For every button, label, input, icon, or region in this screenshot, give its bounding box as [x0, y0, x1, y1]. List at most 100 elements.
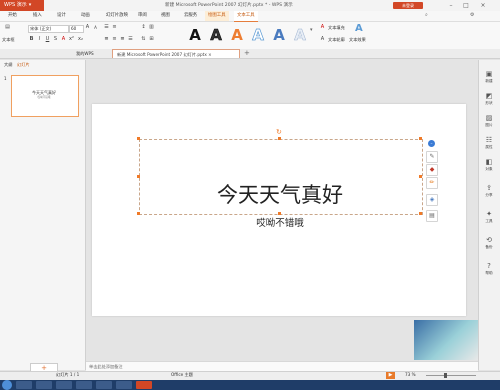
- resize-handle[interactable]: [137, 175, 140, 178]
- tab-animation[interactable]: 动画: [81, 11, 90, 21]
- slide-number: 1: [4, 76, 7, 81]
- text-style-dark-icon[interactable]: A: [207, 25, 225, 45]
- play-slideshow-icon[interactable]: ▶: [386, 372, 395, 379]
- taskbar-app-icon[interactable]: [116, 381, 132, 389]
- resize-handle[interactable]: [419, 137, 422, 140]
- subscript-icon[interactable]: x₂: [77, 36, 84, 43]
- slide-title[interactable]: 今天天气真好: [139, 179, 421, 209]
- tab-cloud[interactable]: 云服务: [184, 11, 197, 21]
- text-style-light-icon[interactable]: A: [291, 25, 309, 45]
- align-right-icon[interactable]: ≣: [119, 36, 126, 43]
- line-spacing-icon[interactable]: ↕: [140, 24, 147, 31]
- taskbar-app-icon[interactable]: [16, 381, 32, 389]
- maximize-icon[interactable]: □: [459, 0, 473, 11]
- sidebar-item-tools[interactable]: ✦ 工具: [478, 210, 500, 224]
- resize-handle[interactable]: [278, 137, 281, 140]
- textbox-icon[interactable]: ▤: [4, 24, 11, 31]
- bold-icon[interactable]: B: [28, 36, 35, 43]
- rotate-handle-icon[interactable]: ↻: [276, 128, 282, 136]
- font-size-select[interactable]: 60: [69, 25, 84, 33]
- superscript-icon[interactable]: x²: [68, 36, 75, 43]
- settings-icon[interactable]: ⚙: [470, 12, 474, 18]
- style-gallery-more-icon[interactable]: ▾: [310, 27, 313, 33]
- text-style-black-icon[interactable]: A: [186, 25, 204, 45]
- text-style-blue-icon[interactable]: A: [270, 25, 288, 45]
- sidebar-item-share[interactable]: ⇪ 分享: [478, 184, 500, 198]
- start-icon[interactable]: [2, 380, 12, 390]
- strike-icon[interactable]: S: [52, 36, 59, 43]
- resize-handle[interactable]: [137, 137, 140, 140]
- font-color-icon[interactable]: A: [60, 36, 67, 43]
- resize-handle[interactable]: [419, 175, 422, 178]
- outline-color-icon[interactable]: ✏: [426, 177, 438, 189]
- edit-shape-icon[interactable]: ✎: [426, 151, 438, 163]
- taskbar-app-icon[interactable]: [76, 381, 92, 389]
- justify-icon[interactable]: ☰: [127, 36, 134, 43]
- zoom-slider[interactable]: [426, 375, 476, 376]
- taskbar-app-icon[interactable]: [56, 381, 72, 389]
- notes-pane[interactable]: 单击此处添加备注: [86, 361, 478, 371]
- my-wps-tab[interactable]: 我的WPS: [76, 51, 94, 57]
- text-style-orange-icon[interactable]: A: [228, 25, 246, 45]
- textbox-label[interactable]: 文本框: [2, 37, 15, 43]
- sidebar-item-new[interactable]: ▣ 新建: [478, 70, 500, 84]
- tab-drawing-tools[interactable]: 绘图工具: [205, 11, 229, 21]
- taskbar-app-icon[interactable]: [96, 381, 112, 389]
- underline-icon[interactable]: U: [44, 36, 51, 43]
- zoom-slider-thumb[interactable]: [444, 373, 447, 378]
- sidebar-item-properties[interactable]: ☷ 属性: [478, 136, 500, 150]
- zoom-level[interactable]: 73 %: [405, 372, 416, 377]
- tab-insert[interactable]: 插入: [33, 11, 42, 21]
- arrange-layers-icon[interactable]: ◈: [426, 194, 438, 206]
- slide-count: 幻灯片 1 / 1: [56, 372, 80, 377]
- app-menu-button[interactable]: WPS 演示 ▾: [0, 0, 44, 11]
- tools-icon: ✦: [486, 210, 492, 218]
- align-center-icon[interactable]: ≡: [111, 36, 118, 43]
- align-left-icon[interactable]: ≣: [103, 36, 110, 43]
- close-icon[interactable]: ×: [476, 0, 490, 11]
- tab-home[interactable]: 开始: [8, 11, 17, 21]
- text-direction-icon[interactable]: ⇅: [140, 36, 147, 43]
- tab-outline[interactable]: 大纲: [4, 62, 12, 68]
- italic-icon[interactable]: I: [36, 36, 43, 43]
- font-name-select[interactable]: 宋体 (正文): [28, 25, 69, 33]
- text-style-outline-blue-icon[interactable]: A: [249, 25, 267, 45]
- columns-icon[interactable]: ▥: [148, 24, 155, 31]
- login-button[interactable]: 未登录: [393, 2, 423, 9]
- slide-subtitle[interactable]: 哎呦不错哦: [139, 215, 421, 229]
- search-icon[interactable]: ⌕: [425, 12, 428, 18]
- text-effects-icon[interactable]: A: [355, 23, 363, 34]
- tab-text-tools[interactable]: 文本工具: [234, 11, 258, 22]
- tab-review[interactable]: 审阅: [138, 11, 147, 21]
- sidebar-item-objects[interactable]: ◧ 对象: [478, 158, 500, 172]
- tab-view[interactable]: 视图: [161, 11, 170, 21]
- minimize-icon[interactable]: –: [444, 0, 458, 11]
- text-fill-button[interactable]: 文本填充: [328, 25, 345, 31]
- tab-slideshow[interactable]: 幻灯片放映: [106, 11, 128, 21]
- sidebar-item-shapes[interactable]: ◩ 形状: [478, 92, 500, 106]
- minus-circle-icon[interactable]: –: [428, 140, 435, 147]
- fill-color-icon[interactable]: ◆: [426, 164, 438, 176]
- tab-design[interactable]: 设计: [57, 11, 66, 21]
- document-tab[interactable]: 新建 Microsoft PowerPoint 2007 幻灯片.pptx ×: [112, 49, 240, 58]
- sidebar-item-help[interactable]: ? 帮助: [478, 262, 500, 276]
- properties-icon: ☷: [485, 136, 493, 144]
- close-tab-icon[interactable]: ×: [208, 52, 212, 57]
- text-outline-button[interactable]: 文本轮廓: [328, 37, 345, 43]
- taskbar-app-icon[interactable]: [36, 381, 52, 389]
- text-outline-icon[interactable]: A: [319, 36, 326, 43]
- new-tab-icon[interactable]: +: [244, 49, 250, 58]
- text-effects-button[interactable]: 文本效果: [349, 37, 366, 43]
- tab-slides[interactable]: 幻灯片: [17, 62, 30, 68]
- window-title: 新建 Microsoft PowerPoint 2007 幻灯片.pptx * …: [165, 3, 293, 8]
- sidebar-item-backup[interactable]: ⟲ 备份: [478, 236, 500, 250]
- more-options-icon[interactable]: ▤: [426, 210, 438, 222]
- grow-font-icon[interactable]: A: [84, 24, 91, 31]
- numbering-icon[interactable]: ≡: [111, 24, 118, 31]
- text-fill-icon[interactable]: A: [319, 24, 326, 31]
- sidebar-item-pictures[interactable]: ▨ 图片: [478, 114, 500, 128]
- align-text-icon[interactable]: ⊞: [148, 36, 155, 43]
- bullets-icon[interactable]: ☰: [103, 24, 110, 31]
- shrink-font-icon[interactable]: A: [92, 24, 99, 31]
- taskbar-wps-icon[interactable]: [136, 381, 152, 389]
